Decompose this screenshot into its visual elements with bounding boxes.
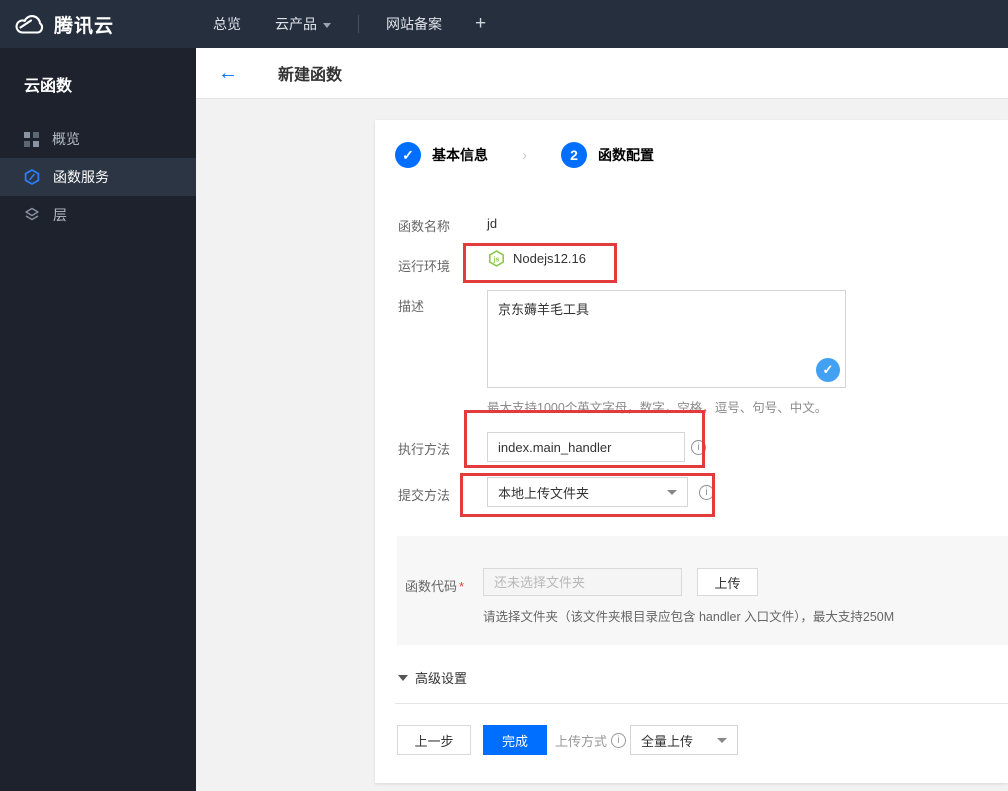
step1-label: 基本信息	[432, 147, 488, 163]
runtime-value: Nodejs12.16	[513, 251, 586, 266]
submit-method-label: 提交方法	[398, 488, 451, 503]
nav-item-products[interactable]: 云产品	[275, 14, 331, 34]
brand-name: 腾讯云	[54, 15, 115, 37]
brand[interactable]: 腾讯云	[0, 11, 196, 38]
description-textarea[interactable]: 京东薅羊毛工具	[487, 290, 846, 388]
sidebar-item-function-service[interactable]: 函数服务	[0, 158, 196, 196]
create-function-card: ✓ 基本信息 › 2 函数配置 函数名称 jd 运行环境 js Nodejs12…	[375, 120, 1008, 783]
step2-label: 函数配置	[598, 147, 654, 163]
upload-mode-label-row: 上传方式 i	[555, 725, 627, 755]
page-header: ← 新建函数	[196, 48, 1008, 99]
back-arrow-icon[interactable]: ←	[218, 63, 238, 83]
function-name-value: jd	[487, 216, 498, 231]
triangle-down-icon	[398, 674, 408, 681]
sidebar-item-layers[interactable]: 层	[0, 196, 196, 234]
chevron-down-icon	[323, 22, 331, 28]
submit-method-info-icon[interactable]: i	[699, 485, 714, 500]
function-hexagon-icon	[24, 169, 40, 185]
step2-number: 2	[561, 142, 587, 168]
step1-check-icon: ✓	[395, 142, 421, 168]
function-code-section: 函数代码* 上传 请选择文件夹（该文件夹根目录应包含 handler 入口文件）…	[397, 536, 1008, 645]
runtime-value-row: js Nodejs12.16	[488, 250, 586, 267]
footer-divider	[395, 703, 1008, 704]
grid-icon	[24, 131, 39, 147]
submit-method-value: 本地上传文件夹	[498, 485, 590, 501]
upload-button[interactable]: 上传	[697, 568, 758, 596]
sidebar-item-label: 概览	[52, 131, 80, 147]
select-caret-icon	[667, 489, 677, 495]
function-code-label: 函数代码 *	[405, 579, 465, 594]
top-navigation: 腾讯云 总览 云产品 网站备案 +	[0, 0, 1008, 48]
select-caret-icon	[717, 737, 727, 743]
advanced-settings-toggle[interactable]: 高级设置	[398, 668, 467, 687]
page-title: 新建函数	[278, 67, 343, 84]
sidebar-item-overview[interactable]: 概览	[0, 120, 196, 158]
required-asterisk: *	[459, 579, 465, 594]
upload-mode-info-icon[interactable]: i	[611, 732, 627, 748]
description-hint: 最大支持1000个英文字母，数字，空格，逗号、句号、中文。	[487, 401, 828, 415]
description-label: 描述	[398, 299, 425, 314]
valid-check-icon: ✓	[816, 358, 840, 382]
nav-item-overview[interactable]: 总览	[213, 14, 241, 34]
handler-label: 执行方法	[398, 442, 451, 457]
function-name-label: 函数名称	[398, 219, 451, 234]
nodejs-icon: js	[488, 250, 505, 267]
runtime-label: 运行环境	[398, 259, 451, 274]
handler-info-icon[interactable]: i	[691, 440, 706, 455]
svg-text:js: js	[493, 257, 500, 264]
sidebar: 云函数 概览 函数服务 层	[0, 48, 196, 791]
layers-icon	[24, 207, 40, 223]
step-separator-icon: ›	[522, 146, 527, 164]
finish-button[interactable]: 完成	[483, 725, 547, 755]
tencent-cloud-logo-icon	[14, 13, 44, 35]
sidebar-title: 云函数	[24, 78, 73, 95]
upload-mode-value: 全量上传	[641, 733, 694, 749]
function-code-hint: 请选择文件夹（该文件夹根目录应包含 handler 入口文件），最大支持250M	[483, 610, 895, 624]
nav-divider	[358, 15, 359, 33]
sidebar-item-label: 层	[53, 207, 67, 223]
submit-method-select[interactable]: 本地上传文件夹	[487, 477, 688, 507]
content-background: ✓ 基本信息 › 2 函数配置 函数名称 jd 运行环境 js Nodejs12…	[196, 100, 1008, 791]
upload-mode-select[interactable]: 全量上传	[630, 725, 738, 755]
advanced-settings-label: 高级设置	[415, 671, 468, 686]
sidebar-item-label: 函数服务	[53, 169, 109, 185]
folder-path-input[interactable]	[483, 568, 682, 596]
stepper: ✓ 基本信息 › 2 函数配置	[395, 142, 654, 168]
previous-step-button[interactable]: 上一步	[397, 725, 471, 755]
nav-item-icp[interactable]: 网站备案	[386, 14, 442, 34]
add-nav-tab-button[interactable]: +	[475, 13, 486, 35]
upload-mode-label: 上传方式	[555, 733, 608, 749]
handler-input[interactable]	[487, 432, 685, 462]
